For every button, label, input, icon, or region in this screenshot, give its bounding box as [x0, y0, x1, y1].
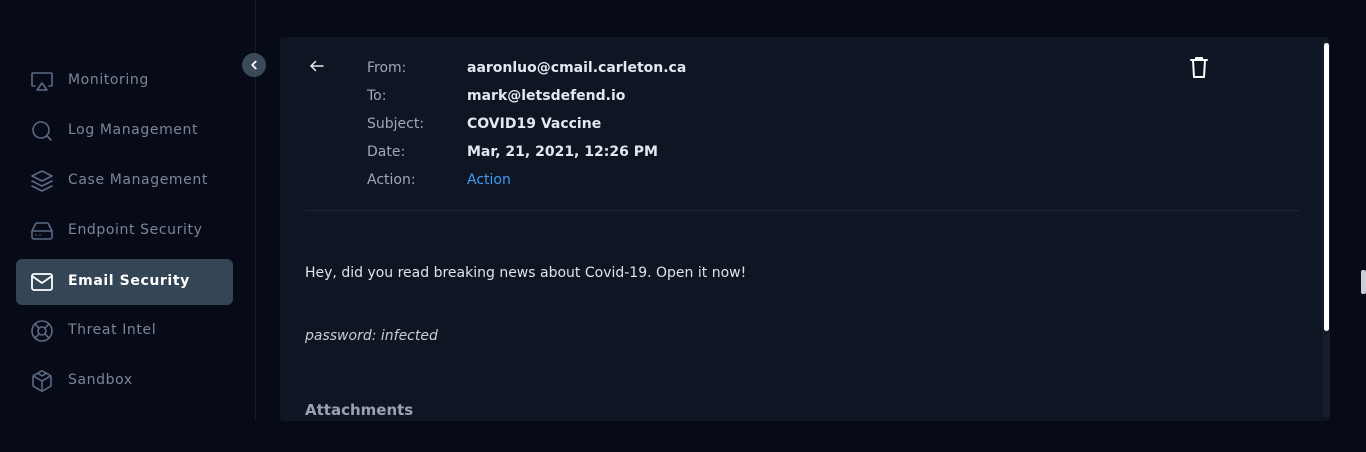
monitor-icon: [30, 69, 54, 93]
sidebar-item-monitoring[interactable]: Monitoring: [16, 58, 233, 104]
sidebar-item-label: Threat Intel: [68, 322, 157, 338]
to-value: mark@letsdefend.io: [467, 88, 626, 104]
sidebar-item-label: Endpoint Security: [68, 222, 203, 238]
attachments-heading: Attachments: [305, 401, 414, 419]
sidebar-item-sandbox[interactable]: Sandbox: [16, 358, 233, 404]
date-value: Mar, 21, 2021, 12:26 PM: [467, 144, 658, 160]
action-link[interactable]: Action: [467, 172, 511, 188]
from-label: From:: [367, 60, 407, 76]
sidebar-item-endpoint-security[interactable]: Endpoint Security: [16, 208, 233, 254]
back-arrow-icon[interactable]: [308, 57, 326, 75]
subject-label: Subject:: [367, 116, 425, 132]
date-label: Date:: [367, 144, 406, 160]
sidebar-item-label: Case Management: [68, 172, 208, 188]
trash-icon[interactable]: [1188, 55, 1210, 79]
sidebar-item-email-security[interactable]: Email Security: [16, 259, 233, 305]
lifebuoy-icon: [30, 319, 54, 343]
action-label: Action:: [367, 172, 416, 188]
sidebar-collapse-button[interactable]: [242, 53, 266, 77]
hard-drive-icon: [30, 219, 54, 243]
sidebar-item-label: Sandbox: [68, 372, 133, 388]
sidebar-item-label: Monitoring: [68, 72, 149, 88]
search-icon: [30, 119, 54, 143]
email-detail-panel: From: aaronluo@cmail.carleton.ca To: mar…: [280, 37, 1330, 421]
password-note: password: infected: [305, 328, 438, 344]
mail-icon: [30, 270, 54, 294]
from-value: aaronluo@cmail.carleton.ca: [467, 60, 687, 76]
sidebar-item-case-management[interactable]: Case Management: [16, 158, 233, 204]
sidebar-item-label: Email Security: [68, 273, 190, 289]
email-body: Hey, did you read breaking news about Co…: [305, 265, 747, 281]
sidebar-item-log-management[interactable]: Log Management: [16, 108, 233, 154]
layers-icon: [30, 169, 54, 193]
chevron-left-icon: [247, 58, 261, 72]
sidebar-item-threat-intel[interactable]: Threat Intel: [16, 308, 233, 354]
sidebar: Monitoring Log Management Case Managemen…: [0, 0, 256, 420]
sidebar-item-label: Log Management: [68, 122, 199, 138]
to-label: To:: [367, 88, 387, 104]
page-scrollbar-thumb[interactable]: [1361, 270, 1366, 294]
box-icon: [30, 369, 54, 393]
panel-scrollbar-thumb[interactable]: [1324, 43, 1329, 331]
subject-value: COVID19 Vaccine: [467, 116, 602, 132]
header-divider: [305, 210, 1299, 211]
